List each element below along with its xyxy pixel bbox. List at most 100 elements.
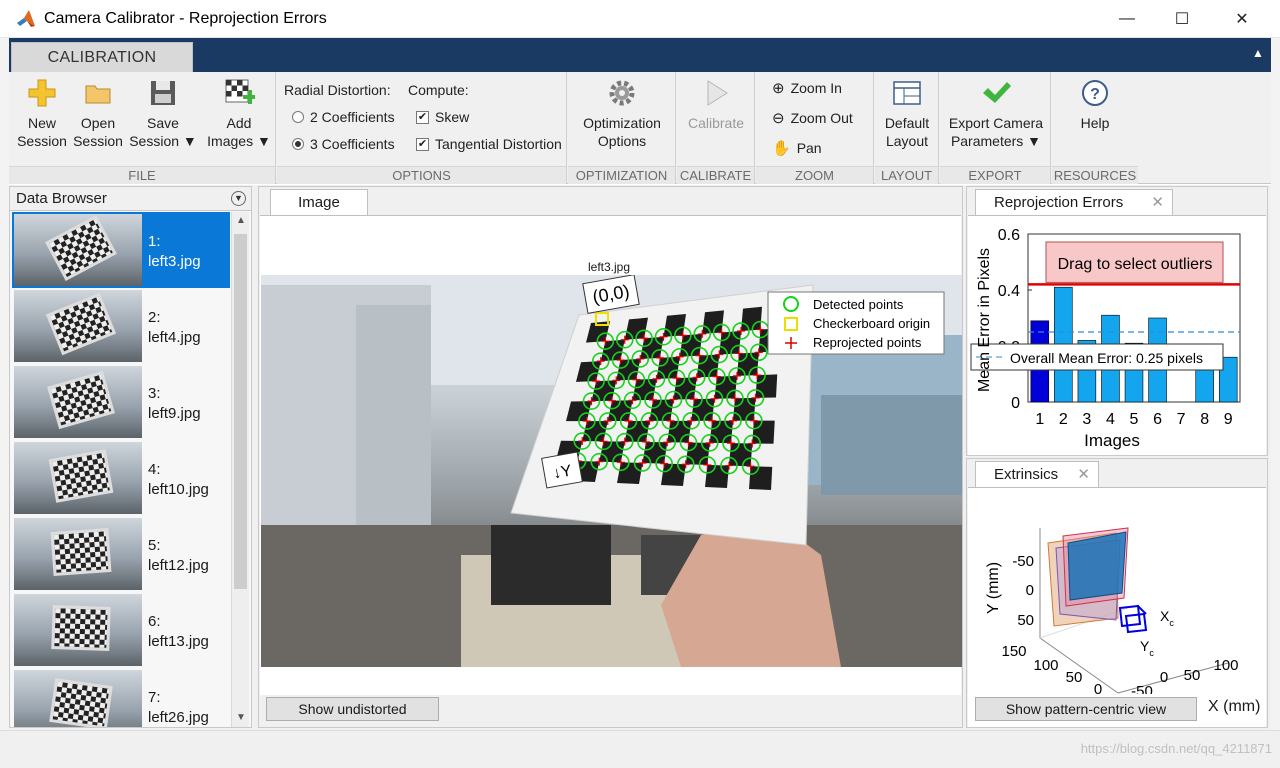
skew-check-icon[interactable]: ✔: [416, 110, 429, 124]
open-session-label-1: Open: [80, 115, 116, 131]
tab-calibration[interactable]: CALIBRATION: [11, 42, 193, 72]
x-axis-label: Images: [1084, 431, 1140, 450]
tab-image[interactable]: Image: [270, 189, 368, 215]
save-session-label-2: Session ▼: [129, 133, 197, 149]
show-undistorted-button[interactable]: Show undistorted: [266, 697, 439, 721]
list-item[interactable]: 1: left3.jpg: [12, 212, 230, 288]
zoom-in-button[interactable]: ⊕ Zoom In: [772, 79, 842, 97]
reprojection-bar-chart[interactable]: 00.20.40.6123456789Drag to select outlie…: [968, 216, 1266, 456]
panel-menu-icon[interactable]: ▼: [231, 191, 246, 206]
x-tick-label: 6: [1153, 411, 1162, 428]
ribbon: New Session Open Session Save Session ▼: [9, 72, 1271, 184]
new-session-label-2: Session: [17, 133, 67, 149]
x-tick-label: 3: [1082, 411, 1091, 428]
pan-button[interactable]: ✋ Pan: [772, 139, 822, 157]
scroll-up-icon[interactable]: ▲: [232, 212, 250, 230]
minimize-button[interactable]: —: [1104, 0, 1150, 38]
maximize-button[interactable]: ☐: [1159, 0, 1205, 38]
x-tick-label: 1: [1035, 411, 1044, 428]
list-item[interactable]: 7: left26.jpg: [12, 668, 230, 727]
close-tab-icon[interactable]: ✕: [1077, 462, 1090, 488]
export-camera-parameters-button[interactable]: Export Camera Parameters ▼: [944, 76, 1048, 150]
zoom-out-button[interactable]: ⊖ Zoom Out: [772, 109, 853, 127]
open-session-button[interactable]: Open Session: [73, 76, 123, 150]
matlab-logo-icon: [17, 10, 35, 27]
close-tab-icon[interactable]: ✕: [1151, 190, 1164, 216]
y-axis-label: Mean Error in Pixels: [976, 248, 993, 392]
list-item-number: 1:: [148, 233, 161, 250]
radio-2-coefficients[interactable]: 2 Coefficients: [292, 109, 395, 125]
z-tick-50: 50: [1066, 669, 1083, 686]
left-window-edge: [0, 38, 9, 730]
thumbnail-image: [14, 290, 142, 362]
list-item[interactable]: 3: left9.jpg: [12, 364, 230, 440]
x-tick-neg50: -50: [1131, 683, 1153, 694]
thumbnail-image: [14, 594, 142, 666]
radio-2-coefficients-circle[interactable]: [292, 111, 304, 123]
x-tick-100: 100: [1213, 657, 1238, 674]
svg-text:?: ?: [1090, 86, 1100, 103]
list-item[interactable]: 4: left10.jpg: [12, 440, 230, 516]
show-pattern-centric-button[interactable]: Show pattern-centric view: [975, 697, 1197, 721]
checkerboard-square: [685, 442, 710, 465]
hand-icon: ✋: [772, 140, 791, 157]
calibrate-section-label: CALIBRATE: [677, 166, 754, 184]
reprojection-chart-area: 00.20.40.6123456789Drag to select outlie…: [968, 215, 1266, 455]
default-layout-button[interactable]: Default Layout: [879, 76, 935, 150]
y-tick-neg50: -50: [1012, 553, 1034, 570]
image-list-scrollbar[interactable]: ▲ ▼: [231, 212, 249, 727]
list-item-filename: left10.jpg: [148, 481, 209, 498]
radio-3-coefficients[interactable]: 3 Coefficients: [292, 136, 395, 152]
list-item[interactable]: 6: left13.jpg: [12, 592, 230, 668]
list-item-number: 4:: [148, 461, 161, 478]
list-item[interactable]: 5: left12.jpg: [12, 516, 230, 592]
list-item[interactable]: 2: left4.jpg: [12, 288, 230, 364]
play-icon: [699, 76, 733, 110]
list-item-filename: left12.jpg: [148, 557, 209, 574]
scrollbar-thumb[interactable]: [234, 234, 247, 589]
list-item-number: 7:: [148, 689, 161, 706]
radial-distortion-title: Radial Distortion:: [284, 82, 391, 98]
close-button[interactable]: ✕: [1219, 0, 1265, 38]
folder-icon: [81, 76, 115, 110]
tangential-label: Tangential Distortion: [435, 136, 562, 152]
radio-3-coefficients-circle[interactable]: [292, 138, 304, 150]
file-section-label: FILE: [9, 166, 275, 184]
scroll-down-icon[interactable]: ▼: [232, 709, 250, 727]
export-label-2: Parameters ▼: [950, 133, 1042, 149]
save-session-button[interactable]: Save Session ▼: [129, 76, 197, 150]
extrinsics-3d-view[interactable]: Xc Yc -50 0 50 150 100 50 0 -50 0 50 100…: [968, 488, 1266, 700]
tab-reprojection-errors[interactable]: Reprojection Errors ✕: [975, 189, 1173, 215]
tab-extrinsics[interactable]: Extrinsics ✕: [975, 461, 1099, 487]
new-session-button[interactable]: New Session: [17, 76, 67, 150]
y-tick-label: 0.6: [998, 227, 1020, 244]
calibrate-button[interactable]: Calibrate: [681, 76, 751, 132]
add-images-button[interactable]: Add Images ▼: [205, 76, 273, 150]
collapse-ribbon-icon[interactable]: ▲: [1251, 46, 1265, 60]
export-label-1: Export Camera: [948, 115, 1044, 131]
checkerboard-square: [752, 420, 775, 444]
list-item-label: 4: left10.jpg: [144, 440, 209, 516]
options-section-label: OPTIONS: [277, 166, 566, 184]
tangential-checkbox[interactable]: ✔ Tangential Distortion: [416, 136, 562, 152]
zoom-out-icon: ⊖: [772, 110, 785, 127]
checkerboard-square: [714, 375, 737, 399]
xc-label: Xc: [1160, 608, 1174, 628]
optimization-label-1: Optimization: [583, 115, 661, 131]
image-title: left3.jpg: [588, 260, 631, 274]
layout-section-label: LAYOUT: [875, 166, 938, 184]
thumbnail-checkerboard: [45, 292, 117, 356]
skew-checkbox[interactable]: ✔ Skew: [416, 109, 469, 125]
help-button[interactable]: ? Help: [1060, 76, 1130, 132]
optimization-options-button[interactable]: Optimization Options: [576, 76, 668, 150]
help-icon: ?: [1078, 76, 1112, 110]
radio-3-coefficients-label: 3 Coefficients: [310, 136, 395, 152]
plus-icon: [25, 76, 59, 110]
tangential-check-icon[interactable]: ✔: [416, 137, 429, 151]
extrinsics-plot[interactable]: Xc Yc -50 0 50 150 100 50 0 -50 0 50 100…: [968, 487, 1266, 727]
radio-2-coefficients-label: 2 Coefficients: [310, 109, 395, 125]
zoom-out-label: Zoom Out: [790, 110, 853, 126]
thumbnail-checkerboard: [45, 214, 117, 282]
list-item-filename: left3.jpg: [148, 253, 201, 270]
checkerboard-square: [709, 420, 733, 444]
